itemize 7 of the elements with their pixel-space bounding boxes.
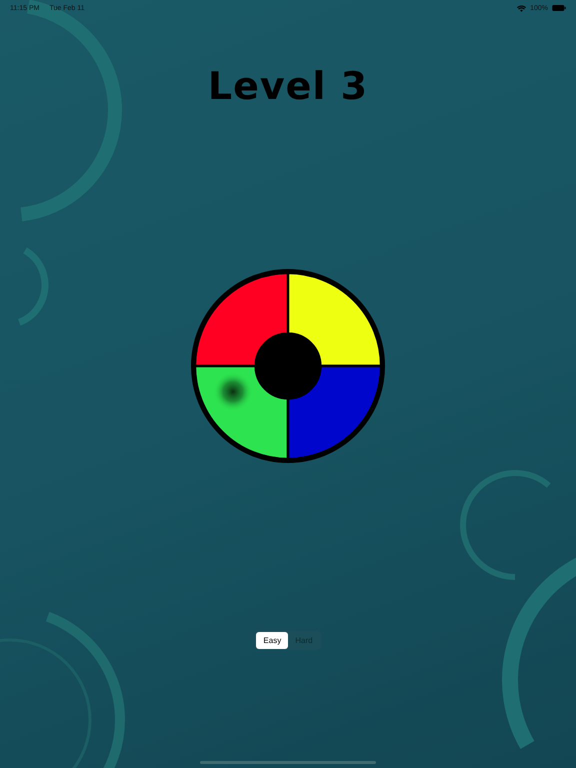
wifi-icon	[517, 4, 526, 12]
color-pad[interactable]	[194, 272, 290, 368]
battery-icon	[552, 5, 566, 11]
color-pad[interactable]	[286, 272, 382, 368]
difficulty-option[interactable]: Easy	[256, 632, 288, 649]
level-title: Level 3	[208, 64, 368, 108]
color-pad[interactable]	[286, 364, 382, 460]
